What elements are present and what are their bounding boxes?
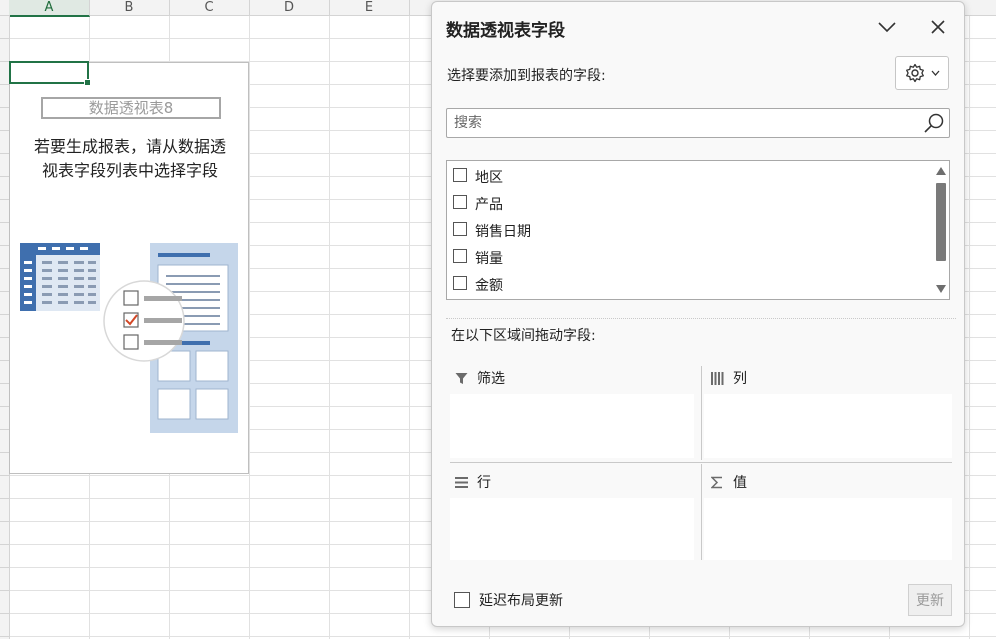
pivot-hint-line-1: 若要生成报表，请从数据透 [33, 137, 226, 156]
chevron-down-small-icon [931, 70, 939, 76]
filters-area-header: 筛选 [454, 368, 505, 388]
values-drop-area[interactable] [704, 498, 952, 560]
field-label: 产品 [475, 197, 503, 213]
section-divider [446, 318, 956, 319]
field-checkbox[interactable] [453, 168, 467, 182]
sigma-icon [710, 475, 724, 489]
column-header-a[interactable]: A [9, 0, 90, 17]
pivot-table-name: 数据透视表8 [41, 97, 221, 119]
column-header-b[interactable]: B [89, 0, 170, 15]
filter-icon [454, 371, 468, 385]
field-item-quantity[interactable]: 销量 [453, 245, 503, 267]
drag-fields-label: 在以下区域间拖动字段: [451, 328, 596, 344]
columns-area-header: 列 [710, 368, 747, 388]
defer-layout-update[interactable]: 延迟布局更新 [454, 590, 563, 610]
rows-area-header: 行 [454, 472, 491, 492]
close-icon [931, 20, 945, 34]
field-item-amount[interactable]: 金额 [453, 272, 503, 294]
column-header-e[interactable]: E [329, 0, 410, 15]
field-list-settings-button[interactable] [895, 56, 949, 90]
field-search-input[interactable] [447, 109, 931, 137]
field-checkbox[interactable] [453, 222, 467, 236]
columns-area-label: 列 [733, 371, 747, 387]
pane-title: 数据透视表字段 [446, 21, 565, 41]
column-header-d[interactable]: D [249, 0, 330, 15]
pivot-illustration-icon [20, 243, 238, 433]
pane-options-button[interactable] [874, 14, 900, 40]
columns-drop-area[interactable] [704, 394, 952, 458]
rows-area-label: 行 [477, 475, 491, 491]
filters-drop-area[interactable] [450, 394, 694, 458]
field-label: 销售日期 [475, 224, 531, 240]
field-list-scrollbar[interactable] [934, 162, 948, 298]
field-item-sale-date[interactable]: 销售日期 [453, 218, 531, 240]
values-area-label: 值 [733, 475, 747, 491]
search-icon[interactable] [923, 112, 945, 134]
field-checkbox[interactable] [453, 249, 467, 263]
area-divider-horizontal [450, 462, 952, 463]
field-item-region[interactable]: 地区 [453, 164, 503, 186]
scroll-down-arrow-icon[interactable] [936, 285, 946, 293]
update-button[interactable]: 更新 [908, 584, 952, 616]
active-cell-a3[interactable] [9, 61, 91, 86]
pivot-table-placeholder[interactable]: 数据透视表8 若要生成报表，请从数据透 视表字段列表中选择字段 [9, 62, 249, 474]
pivot-table-hint: 若要生成报表，请从数据透 视表字段列表中选择字段 [18, 135, 242, 183]
chevron-down-icon [878, 22, 896, 33]
field-label: 销量 [475, 251, 503, 267]
close-button[interactable] [925, 14, 951, 40]
gear-icon [905, 63, 924, 83]
field-search-box[interactable] [446, 108, 950, 138]
filters-area-label: 筛选 [477, 371, 505, 387]
field-checkbox[interactable] [453, 276, 467, 290]
row-header-strip[interactable] [0, 15, 9, 639]
rows-icon [454, 475, 468, 489]
field-checkbox[interactable] [453, 195, 467, 209]
pivot-hint-line-2: 视表字段列表中选择字段 [41, 161, 218, 180]
defer-layout-label: 延迟布局更新 [479, 593, 563, 609]
scroll-up-arrow-icon[interactable] [936, 167, 946, 175]
field-item-product[interactable]: 产品 [453, 191, 503, 213]
field-label: 地区 [475, 170, 503, 186]
column-header-c[interactable]: C [169, 0, 250, 15]
pivot-field-list-pane: 数据透视表字段 选择要添加到报表的字段: 地区 [431, 1, 965, 627]
scroll-thumb[interactable] [936, 183, 946, 261]
rows-drop-area[interactable] [450, 498, 694, 560]
area-divider-vertical [701, 464, 702, 560]
defer-layout-checkbox[interactable] [454, 592, 470, 608]
field-label: 金额 [475, 278, 503, 294]
area-divider-vertical [701, 366, 702, 460]
columns-icon [710, 371, 724, 385]
values-area-header: 值 [710, 472, 747, 492]
field-list: 地区 产品 销售日期 销量 金额 [446, 160, 950, 300]
choose-fields-label: 选择要添加到报表的字段: [447, 68, 606, 84]
